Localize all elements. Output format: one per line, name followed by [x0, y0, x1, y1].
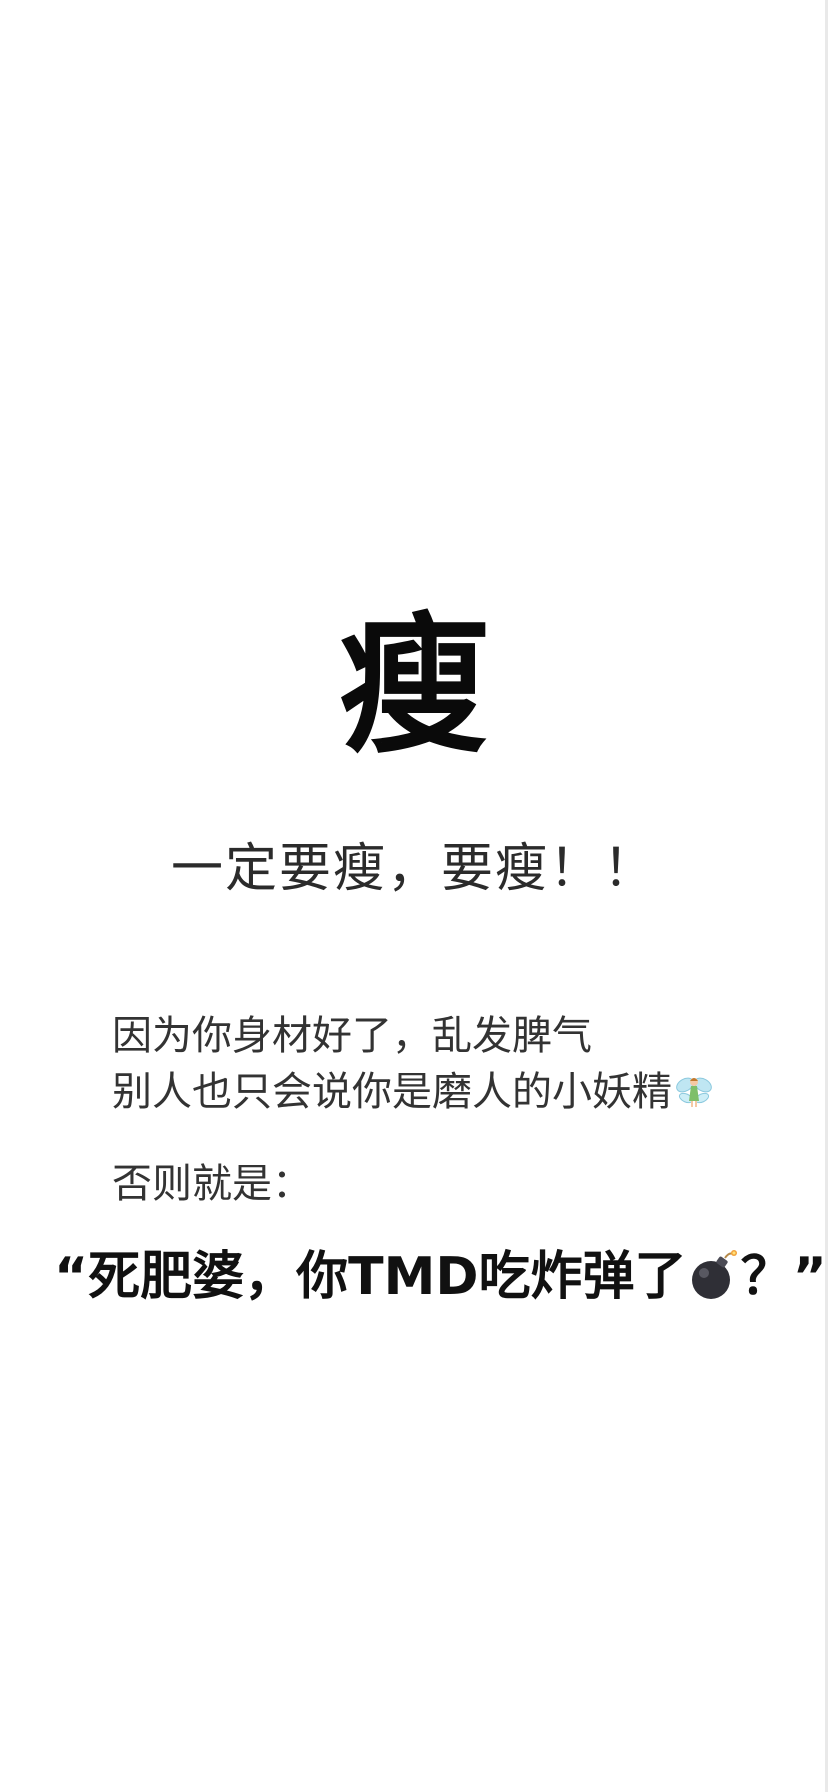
headline: 瘦: [338, 600, 489, 774]
fairy-icon: [674, 1071, 714, 1111]
body-line-3-text: 否则就是：: [112, 1161, 312, 1207]
body-line-2: 别人也只会说你是磨人的小妖精: [112, 1068, 714, 1116]
screen: 瘦 一定要瘦，要瘦！！ 因为你身材好了，乱发脾气 别人也只会说你是磨人的小妖精 …: [0, 0, 828, 1792]
quote-part-2: ？”: [740, 1247, 827, 1307]
body-line-1-text: 因为你身材好了，乱发脾气: [112, 1013, 592, 1059]
body-line-2-text: 别人也只会说你是磨人的小妖精: [112, 1069, 672, 1115]
quote-part-1: “死肥婆，你TMD吃炸弹了: [54, 1247, 687, 1307]
body-line-1: 因为你身材好了，乱发脾气: [112, 1012, 592, 1060]
bomb-icon: [687, 1248, 741, 1302]
body-line-3: 否则就是：: [112, 1160, 312, 1208]
quote: “死肥婆，你TMD吃炸弹了 ？”: [54, 1246, 827, 1308]
subheadline: 一定要瘦，要瘦！！: [170, 839, 657, 899]
